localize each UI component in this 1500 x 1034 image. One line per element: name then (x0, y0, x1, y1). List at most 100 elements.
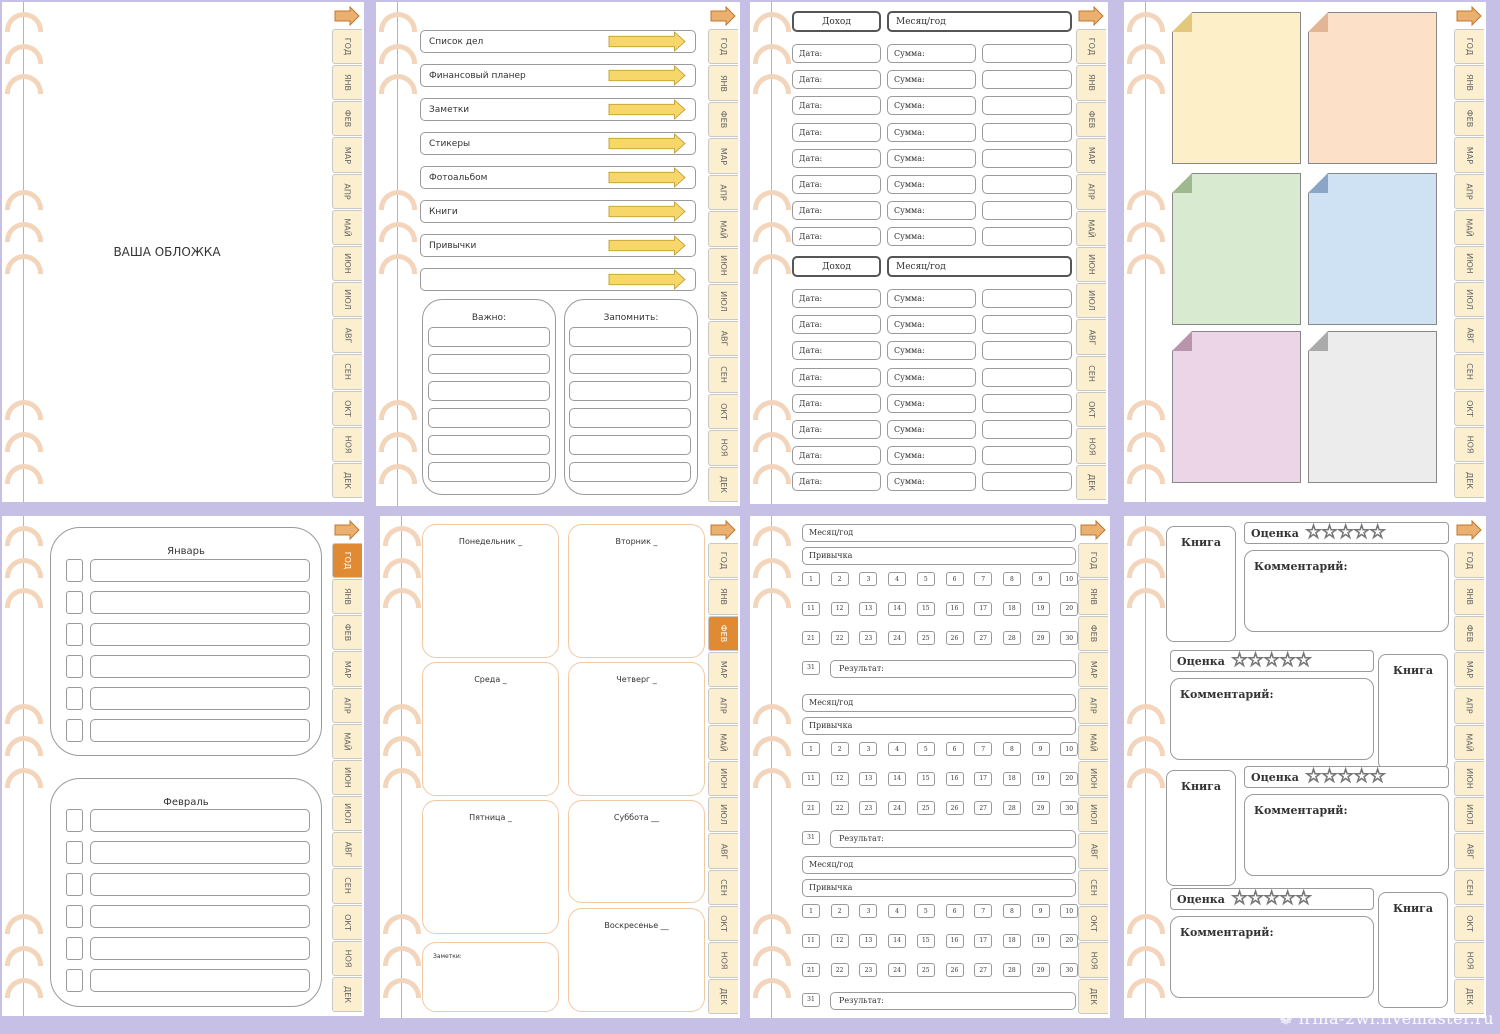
month-tabs[interactable]: ГОД ЯНВ ФЕВ МАР АПР МАЙ ИЮН ИЮЛ АВГ СЕН ОКТ НОЯ ДЕК (1076, 2, 1108, 504)
sum-field[interactable]: Сумма: (887, 420, 976, 439)
day-cell[interactable]: 16 (945, 933, 964, 948)
todo-checkbox[interactable] (66, 937, 83, 960)
tab-9[interactable]: СЕН (1076, 355, 1106, 392)
tab-0[interactable]: ГОД (332, 29, 362, 65)
note-line[interactable] (428, 435, 550, 455)
tab-9[interactable]: СЕН (332, 868, 362, 904)
tab-4[interactable]: АПР (708, 174, 738, 211)
month-tabs[interactable]: ГОД ЯНВ ФЕВ МАР АПР МАЙ ИЮН ИЮЛ АВГ СЕН ОКТ НОЯ ДЕК (332, 516, 364, 1016)
amount-field[interactable] (982, 175, 1072, 194)
tab-7[interactable]: ИЮЛ (1076, 283, 1106, 319)
tab-9[interactable]: СЕН (1454, 869, 1484, 906)
tab-9[interactable]: СЕН (1454, 354, 1484, 390)
todo-checkbox[interactable] (66, 559, 83, 582)
sum-field[interactable]: Сумма: (887, 446, 976, 466)
day-cell[interactable]: 21 (802, 631, 820, 645)
tab-9[interactable]: СЕН (1078, 869, 1108, 906)
sum-field[interactable]: Сумма: (887, 96, 976, 116)
todo-checkbox[interactable] (66, 591, 83, 614)
day-cell[interactable]: 18 (1002, 771, 1021, 786)
tab-0[interactable]: ГОД (1454, 543, 1484, 579)
day-cell[interactable]: 19 (1031, 601, 1050, 616)
tab-8[interactable]: АВГ (708, 320, 738, 357)
tab-arrow-icon[interactable] (1454, 5, 1484, 27)
amount-field[interactable] (982, 341, 1072, 361)
tab-6[interactable]: ИЮН (1454, 245, 1484, 282)
tab-4[interactable]: АПР (332, 173, 362, 209)
note-line[interactable] (569, 354, 691, 374)
tab-8[interactable]: АВГ (1454, 833, 1484, 869)
note-line[interactable] (428, 327, 550, 347)
note-line[interactable] (428, 381, 550, 401)
tab-4[interactable]: АПР (1078, 688, 1108, 724)
date-field[interactable]: Дата: (792, 341, 881, 361)
tab-9[interactable]: СЕН (708, 357, 738, 393)
tab-1[interactable]: ЯНВ (332, 65, 362, 101)
tab-3[interactable]: МАР (708, 138, 738, 174)
day-cell[interactable]: 8 (1002, 572, 1021, 586)
rating-field[interactable]: Оценка ☆☆☆☆☆ (1244, 766, 1449, 788)
day-cell[interactable]: 29 (1031, 631, 1050, 645)
todo-line[interactable] (90, 655, 310, 678)
day-cell[interactable]: 11 (802, 771, 820, 786)
tab-12[interactable]: ДЕК (708, 978, 738, 1014)
note-line[interactable] (428, 408, 550, 428)
tab-4[interactable]: АПР (708, 688, 738, 724)
todo-line[interactable] (90, 905, 310, 928)
tab-5[interactable]: МАЙ (1078, 724, 1108, 760)
day-cell[interactable]: 30 (1060, 631, 1079, 645)
tab-6[interactable]: ИЮН (1076, 246, 1106, 283)
amount-field[interactable] (982, 70, 1072, 90)
tab-2[interactable]: ФЕВ (1078, 615, 1108, 651)
sticker-note[interactable] (1172, 173, 1301, 325)
day-cell[interactable]: 5 (916, 742, 935, 756)
day-cell[interactable]: 6 (945, 904, 964, 918)
day-cell[interactable]: 25 (916, 963, 935, 977)
day-cell[interactable]: 15 (916, 771, 935, 786)
tab-7[interactable]: ИЮЛ (1454, 797, 1484, 833)
tab-2[interactable]: ФЕВ (1454, 615, 1484, 651)
day-cell[interactable]: 16 (945, 771, 964, 786)
tab-arrow-icon[interactable] (708, 519, 738, 541)
tab-arrow-icon[interactable] (1078, 519, 1108, 541)
tab-2[interactable]: ФЕВ (708, 101, 738, 138)
day-cell[interactable]: 13 (859, 771, 878, 786)
tab-6[interactable]: ИЮН (332, 759, 362, 796)
sum-field[interactable]: Сумма: (887, 175, 976, 194)
tab-10[interactable]: ОКТ (1078, 906, 1108, 942)
tab-7[interactable]: ИЮЛ (1078, 797, 1108, 833)
day-cell[interactable]: 30 (1060, 963, 1079, 977)
day-cell[interactable]: 12 (830, 601, 849, 616)
day-cell[interactable]: 25 (916, 631, 935, 645)
book-cover-box[interactable]: Книга (1166, 770, 1236, 886)
sticker-note[interactable] (1172, 12, 1301, 164)
day-cell[interactable]: 31 (802, 830, 820, 845)
day-cell[interactable]: 2 (830, 572, 849, 586)
day-cell[interactable]: 22 (830, 801, 849, 815)
day-cell[interactable]: 4 (888, 904, 907, 918)
tab-4[interactable]: АПР (332, 687, 362, 723)
day-cell[interactable]: 19 (1031, 933, 1050, 948)
note-line[interactable] (569, 435, 691, 455)
todo-checkbox[interactable] (66, 623, 83, 646)
todo-line[interactable] (90, 591, 310, 614)
tab-arrow-icon[interactable] (708, 5, 738, 27)
sum-field[interactable]: Сумма: (887, 44, 976, 63)
tab-11[interactable]: НОЯ (332, 426, 362, 462)
tab-arrow-icon[interactable] (1454, 519, 1484, 541)
day-cell[interactable]: 12 (830, 771, 849, 786)
day-cell[interactable]: 31 (802, 660, 820, 675)
tab-0[interactable]: ГОД (708, 29, 738, 65)
day-cell[interactable]: 5 (916, 572, 935, 586)
tab-12[interactable]: ДЕК (332, 462, 362, 498)
day-cell[interactable]: 27 (974, 631, 993, 645)
day-cell[interactable]: 24 (888, 963, 907, 977)
day-cell[interactable]: 9 (1031, 572, 1050, 586)
day-cell[interactable]: 15 (916, 601, 935, 616)
day-cell[interactable]: 26 (945, 801, 964, 815)
tab-2[interactable]: ФЕВ (708, 615, 738, 651)
sum-field[interactable]: Сумма: (887, 122, 976, 142)
amount-field[interactable] (982, 201, 1072, 221)
comment-field[interactable]: Комментарий: (1244, 550, 1449, 632)
tab-12[interactable]: ДЕК (1454, 462, 1484, 498)
